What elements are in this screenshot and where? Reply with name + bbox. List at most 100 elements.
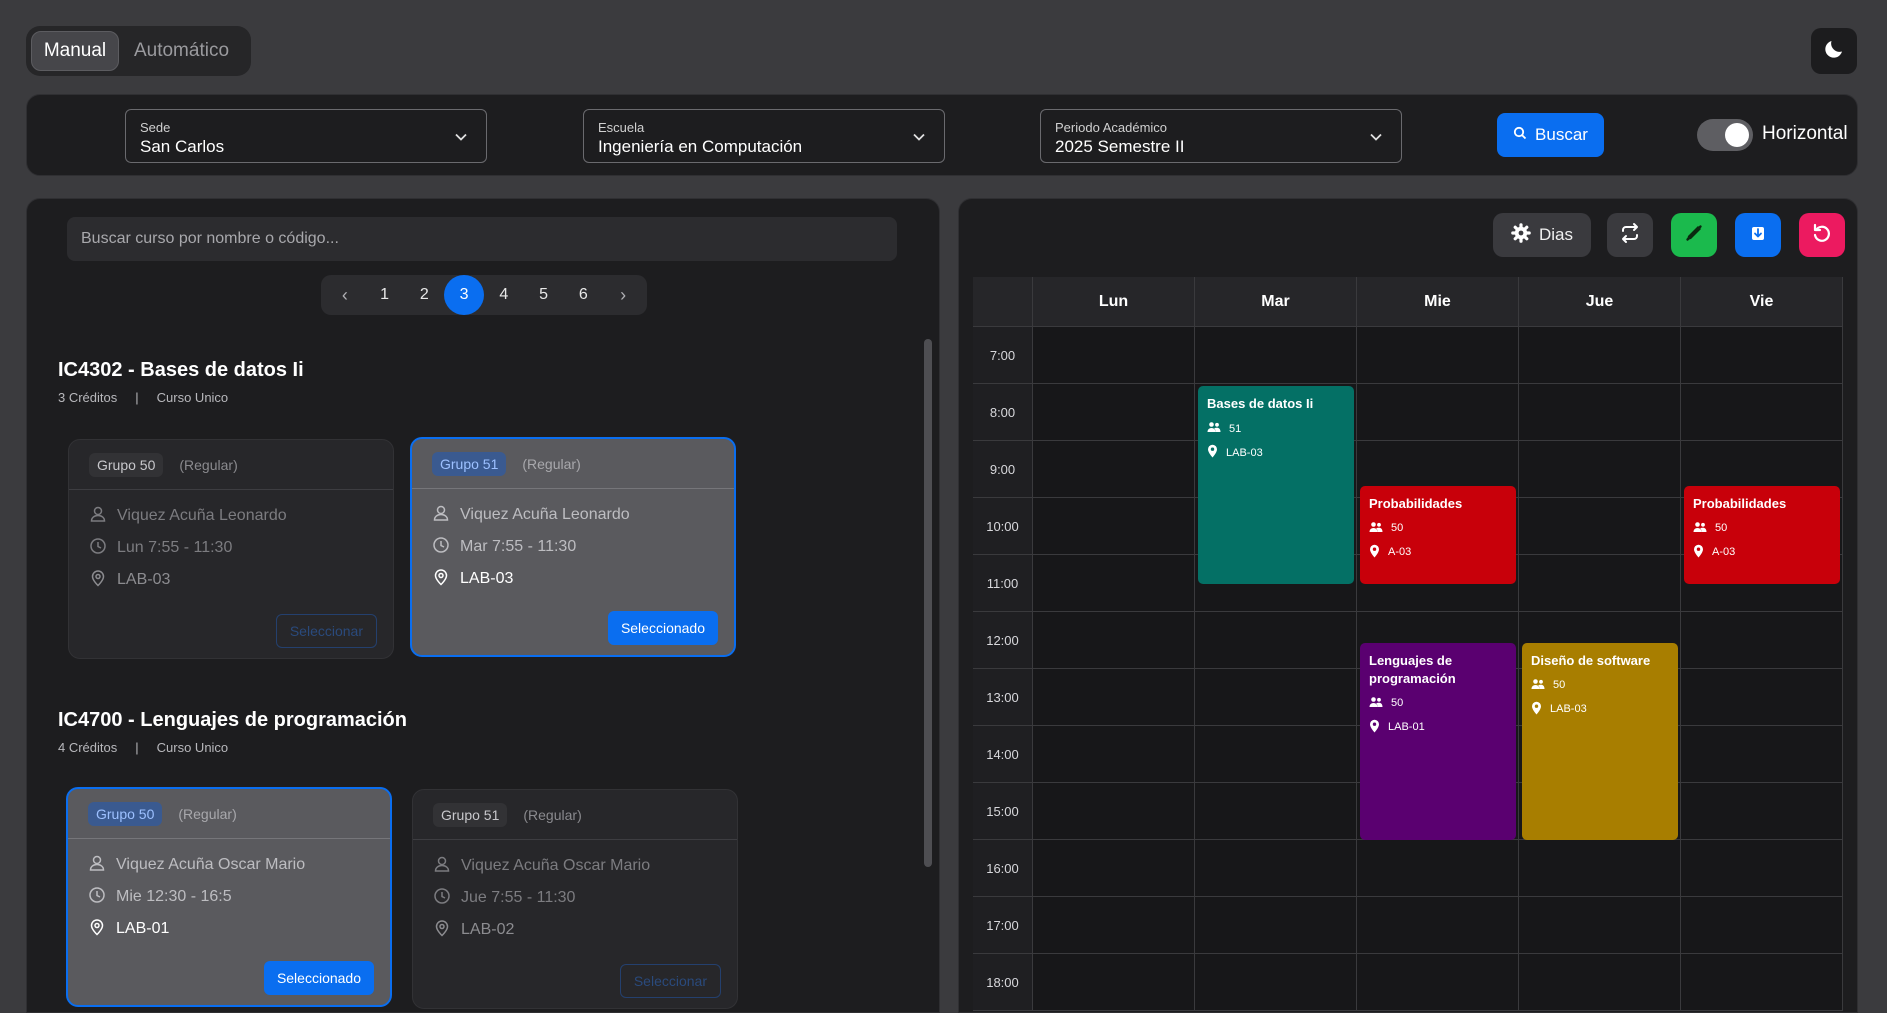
- download-button[interactable]: [1735, 213, 1781, 257]
- group-header: Grupo 51 (Regular): [412, 439, 734, 489]
- calendar-slot[interactable]: [1033, 384, 1195, 441]
- calendar-slot[interactable]: [1033, 327, 1195, 384]
- calendar-slot[interactable]: [1357, 384, 1519, 441]
- calendar-slot[interactable]: [1681, 726, 1843, 783]
- calendar-slot[interactable]: [1519, 840, 1681, 897]
- meta-separator: |: [135, 740, 139, 755]
- calendar-slot[interactable]: [1357, 897, 1519, 954]
- calendar-slot[interactable]: [1357, 954, 1519, 1011]
- search-button[interactable]: Buscar: [1497, 113, 1604, 157]
- calendar-slot[interactable]: [1681, 384, 1843, 441]
- page-3-button[interactable]: 3: [444, 275, 484, 315]
- group-card[interactable]: Grupo 51 (Regular) Viquez Acuña Leonardo…: [410, 437, 736, 657]
- calendar-slot[interactable]: [1681, 783, 1843, 840]
- calendar-slot[interactable]: [1357, 840, 1519, 897]
- calendar-slot[interactable]: [1033, 783, 1195, 840]
- calendar-slot[interactable]: [1519, 555, 1681, 612]
- calendar-slot[interactable]: [1195, 669, 1357, 726]
- calendar-slot[interactable]: [1681, 954, 1843, 1011]
- location-pin-icon: [1531, 701, 1542, 718]
- edit-button[interactable]: [1671, 213, 1717, 257]
- calendar-slot[interactable]: [1033, 498, 1195, 555]
- calendar-slot[interactable]: [1033, 897, 1195, 954]
- calendar-event[interactable]: Diseño de software 50 LAB-03: [1522, 642, 1678, 840]
- prev-page-button[interactable]: ‹: [325, 275, 365, 315]
- calendar-corner: [973, 277, 1033, 327]
- calendar-event[interactable]: Probabilidades 50 A-03: [1684, 485, 1840, 584]
- page-6-button[interactable]: 6: [564, 275, 604, 315]
- calendar-event[interactable]: Bases de datos Ii 51 LAB-03: [1198, 386, 1354, 584]
- select-group-button[interactable]: Seleccionar: [275, 614, 377, 648]
- calendar-slot[interactable]: [1195, 897, 1357, 954]
- course-credits: 4 Créditos: [58, 740, 118, 755]
- horizontal-switch[interactable]: [1697, 119, 1753, 151]
- calendar-slot[interactable]: [1195, 783, 1357, 840]
- day-header: Lun: [1033, 277, 1195, 327]
- event-count: 50: [1553, 679, 1566, 691]
- sede-select[interactable]: Sede San Carlos: [125, 109, 487, 163]
- calendar-slot[interactable]: [1195, 327, 1357, 384]
- calendar-event[interactable]: Probabilidades 50 A-03: [1360, 485, 1516, 584]
- scrollbar[interactable]: [924, 339, 932, 867]
- calendar-event[interactable]: Lenguajes de programación 50 LAB-01: [1360, 642, 1516, 840]
- calendar-slot[interactable]: [1033, 840, 1195, 897]
- calendar-slot[interactable]: [1357, 327, 1519, 384]
- calendar-slot[interactable]: [1195, 954, 1357, 1011]
- escuela-select[interactable]: Escuela Ingeniería en Computación: [583, 109, 945, 163]
- page-1-button[interactable]: 1: [365, 275, 405, 315]
- page-2-button[interactable]: 2: [405, 275, 445, 315]
- group-type: (Regular): [523, 806, 582, 823]
- day-header: Mie: [1357, 277, 1519, 327]
- users-icon: [1531, 678, 1545, 693]
- course-search-input[interactable]: [67, 217, 897, 261]
- reset-button[interactable]: [1799, 213, 1845, 257]
- group-card[interactable]: Grupo 50 (Regular) Viquez Acuña Oscar Ma…: [66, 787, 392, 1007]
- auto-mode-button[interactable]: Automático: [119, 31, 244, 71]
- mode-toggle: Manual Automático: [26, 26, 251, 76]
- group-card[interactable]: Grupo 51 (Regular) Viquez Acuña Oscar Ma…: [412, 789, 738, 1009]
- event-count: 50: [1391, 697, 1404, 709]
- calendar-slot[interactable]: [1033, 669, 1195, 726]
- calendar-slot[interactable]: [1681, 327, 1843, 384]
- calendar-slot[interactable]: [1033, 612, 1195, 669]
- theme-toggle-button[interactable]: [1811, 28, 1857, 74]
- page-4-button[interactable]: 4: [484, 275, 524, 315]
- schedule-text: Lun 7:55 - 11:30: [117, 539, 233, 556]
- teacher-name: Viquez Acuña Oscar Mario: [116, 856, 306, 873]
- event-count-row: 50: [1531, 678, 1669, 693]
- manual-mode-button[interactable]: Manual: [31, 31, 119, 71]
- group-badge: Grupo 50: [88, 801, 163, 826]
- selected-group-button[interactable]: Seleccionado: [263, 961, 374, 995]
- calendar-slot[interactable]: [1681, 897, 1843, 954]
- event-title: Probabilidades: [1369, 495, 1463, 511]
- event-room: LAB-01: [1388, 721, 1425, 733]
- download-icon: [1748, 223, 1768, 248]
- group-card[interactable]: Grupo 50 (Regular) Viquez Acuña Leonardo…: [68, 439, 394, 659]
- days-settings-button[interactable]: Dias: [1493, 213, 1591, 257]
- calendar-slot[interactable]: [1195, 840, 1357, 897]
- calendar-slot[interactable]: [1681, 612, 1843, 669]
- select-group-button[interactable]: Seleccionar: [619, 964, 721, 998]
- clock-icon: [432, 536, 450, 559]
- calendar-slot[interactable]: [1195, 612, 1357, 669]
- calendar-slot[interactable]: [1519, 897, 1681, 954]
- calendar-slot[interactable]: [1519, 954, 1681, 1011]
- calendar-slot[interactable]: [1033, 441, 1195, 498]
- calendar-slot[interactable]: [1519, 498, 1681, 555]
- calendar-slot[interactable]: [1033, 726, 1195, 783]
- users-icon: [1369, 521, 1383, 536]
- course-list-panel: ‹ 1 2 3 4 5 6 › IC4302 - Bases de datos …: [26, 198, 940, 1013]
- calendar-slot[interactable]: [1681, 669, 1843, 726]
- calendar-slot[interactable]: [1519, 441, 1681, 498]
- calendar-slot[interactable]: [1033, 954, 1195, 1011]
- selected-group-button[interactable]: Seleccionado: [607, 611, 718, 645]
- calendar-slot[interactable]: [1519, 327, 1681, 384]
- calendar-slot[interactable]: [1681, 840, 1843, 897]
- calendar-slot[interactable]: [1519, 384, 1681, 441]
- swap-button[interactable]: [1607, 213, 1653, 257]
- calendar-slot[interactable]: [1033, 555, 1195, 612]
- periodo-select[interactable]: Periodo Académico 2025 Semestre II: [1040, 109, 1402, 163]
- calendar-slot[interactable]: [1195, 726, 1357, 783]
- next-page-button[interactable]: ›: [603, 275, 643, 315]
- page-5-button[interactable]: 5: [524, 275, 564, 315]
